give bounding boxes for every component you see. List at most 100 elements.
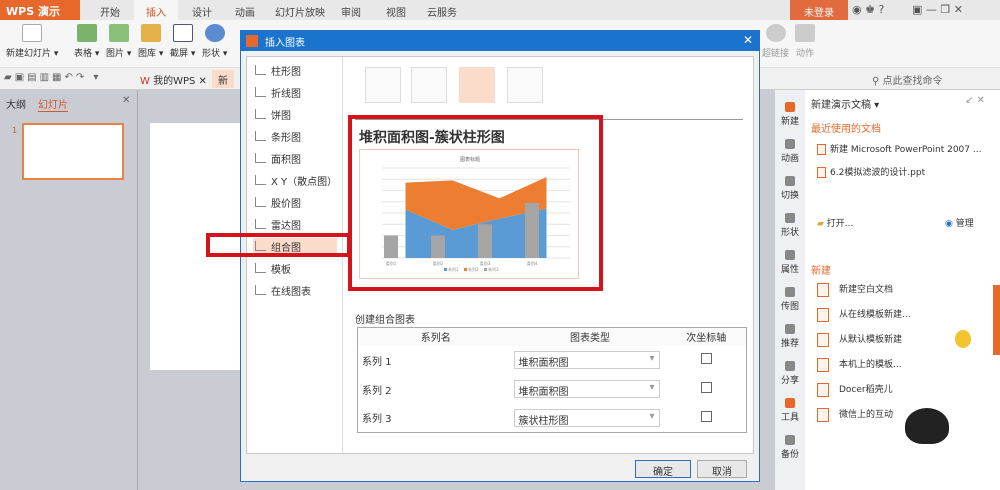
category-item[interactable]: 条形图 xyxy=(253,128,337,144)
category-item[interactable]: 面积图 xyxy=(253,150,337,166)
task-pane-title[interactable]: 新建演示文稿 ▾ xyxy=(811,96,879,111)
tab-slideshow[interactable]: 幻灯片放映 xyxy=(275,4,325,19)
shape-button[interactable]: 形状 ▾ xyxy=(202,24,227,59)
sidebar-icon xyxy=(785,139,795,149)
skin-icon[interactable]: ◉ ♚ ? xyxy=(852,3,884,16)
secondary-axis-checkbox[interactable] xyxy=(700,353,712,364)
wps-menu-button[interactable]: WPS 演示 xyxy=(0,0,80,20)
login-button[interactable]: 未登录 xyxy=(790,0,848,20)
series-table: 系列名 图表类型 次坐标轴 系列 1 堆积面积图 ▾ 系列 2 堆积面积图 ▾ 系列 3 簇状柱形… xyxy=(357,327,747,433)
search-label: 点此查找命令 xyxy=(882,76,943,87)
new-item[interactable]: 微信上的互动 xyxy=(817,407,893,422)
tab-insert[interactable]: 插入 xyxy=(134,0,178,20)
category-item[interactable]: 模板 xyxy=(253,260,337,276)
cancel-button[interactable]: 取消 xyxy=(697,460,747,478)
side-handle[interactable] xyxy=(993,285,1000,355)
secondary-axis-checkbox[interactable] xyxy=(700,410,712,422)
sidebar-item[interactable]: 分享 xyxy=(775,361,805,386)
sidebar-icon xyxy=(785,102,795,112)
hyperlink-button[interactable]: 超链接 xyxy=(762,24,789,59)
slide-number: 1 xyxy=(12,126,18,135)
tab-slides[interactable]: 幻灯片 xyxy=(38,96,68,112)
lightbulb-icon[interactable] xyxy=(955,330,971,348)
sidebar-item[interactable]: 属性 xyxy=(775,250,805,275)
open-button[interactable]: ▰ 打开... xyxy=(817,216,853,229)
tab-home[interactable]: 开始 xyxy=(100,4,120,19)
template-icon xyxy=(817,307,829,322)
label: 股价图 xyxy=(271,199,301,210)
category-item[interactable]: X Y（散点图） xyxy=(253,172,337,188)
ok-button[interactable]: 确定 xyxy=(635,460,691,478)
secondary-axis-checkbox[interactable] xyxy=(700,382,712,393)
chart-type-select[interactable]: 簇状柱形图 ▾ xyxy=(513,408,660,427)
tab-view[interactable]: 视图 xyxy=(386,4,406,19)
recent-file[interactable]: 新建 Microsoft PowerPoint 2007 ... xyxy=(817,142,981,155)
pin-close-icons[interactable]: ↙ ✕ xyxy=(965,95,985,106)
category-item[interactable]: 柱形图 xyxy=(253,62,337,78)
subtype-2[interactable] xyxy=(411,67,447,103)
recent-file[interactable]: 6.2模拟滤波的设计.ppt xyxy=(817,165,925,178)
template-icon xyxy=(817,407,829,422)
gear-icon: ◉ xyxy=(945,219,953,229)
hyperlink-icon xyxy=(765,24,786,42)
tab-design[interactable]: 设计 xyxy=(192,4,212,19)
sidebar-item[interactable]: 备份 xyxy=(775,435,805,460)
category-item[interactable]: 雷达图 xyxy=(253,216,337,232)
category-item[interactable]: 折线图 xyxy=(253,84,337,100)
table-button[interactable]: 表格 ▾ xyxy=(74,24,99,59)
new-item[interactable]: Docer稻壳儿 xyxy=(817,382,893,397)
screenshot-button[interactable]: 截屏 ▾ xyxy=(170,24,195,59)
chart-type-select[interactable]: 堆积面积图 ▾ xyxy=(513,351,660,369)
tab-animation[interactable]: 动画 xyxy=(235,4,255,19)
gallery-icon xyxy=(140,24,161,42)
sidebar-item[interactable]: 新建 xyxy=(775,102,805,127)
subtype-3[interactable] xyxy=(459,67,495,103)
chart-type-select[interactable]: 堆积面积图 ▾ xyxy=(513,380,660,398)
picture-button[interactable]: 图片 ▾ xyxy=(106,24,131,59)
chart-type-icon xyxy=(255,263,266,273)
new-item[interactable]: 新建空白文档 xyxy=(817,282,893,297)
template-icon xyxy=(817,357,829,372)
label: 我的WPS xyxy=(153,76,196,87)
gallery-button[interactable]: 图库 ▾ xyxy=(138,24,163,59)
sidebar-item[interactable]: 推荐 xyxy=(775,324,805,349)
sidebar-icon xyxy=(785,213,795,223)
category-item[interactable]: 股价图 xyxy=(253,194,337,210)
tab-review[interactable]: 审阅 xyxy=(341,4,361,19)
close-icon[interactable]: ✕ xyxy=(743,33,753,47)
sidebar-icon xyxy=(785,287,795,297)
new-item[interactable]: 从在线模板新建... xyxy=(817,307,911,322)
sidebar-item[interactable]: 切换 xyxy=(775,176,805,201)
tab-cloud[interactable]: 云服务 xyxy=(427,4,457,19)
sidebar-item[interactable]: 动画 xyxy=(775,139,805,164)
category-item[interactable]: 在线图表 xyxy=(253,282,337,298)
new-item[interactable]: 本机上的模板... xyxy=(817,357,902,372)
chevron-down-icon: ▾ xyxy=(649,410,655,422)
series-name: 系列 2 xyxy=(362,385,392,397)
category-item[interactable]: 饼图 xyxy=(253,106,337,122)
subtype-1[interactable] xyxy=(365,67,401,103)
doc-tab-mywps[interactable]: W 我的WPS ✕ xyxy=(140,72,207,87)
quick-access-icons[interactable]: ▰▣▤▥▦↶↷ ▾ xyxy=(4,72,101,83)
minimize-icon[interactable]: ▣ — ❐ ✕ xyxy=(912,3,963,16)
new-item[interactable]: 从默认模板新建 xyxy=(817,332,902,347)
label: 超链接 xyxy=(762,49,790,59)
label: 属性 xyxy=(780,265,799,275)
tab-outline[interactable]: 大纲 xyxy=(6,96,26,111)
subtype-custom[interactable] xyxy=(507,67,543,103)
close-icon[interactable]: ✕ xyxy=(122,95,130,106)
series-name: 系列 1 xyxy=(362,356,392,368)
new-slide-button[interactable]: 新建幻灯片 ▾ xyxy=(6,24,58,59)
sidebar-item[interactable]: 形状 xyxy=(775,213,805,238)
manage-button[interactable]: ◉ 管理 xyxy=(945,216,974,229)
action-button[interactable]: 动作 xyxy=(795,24,815,59)
sidebar-icon xyxy=(785,250,795,260)
sidebar-icon xyxy=(785,324,795,334)
sidebar-item[interactable]: 工具 xyxy=(775,398,805,423)
doc-tab-new[interactable]: 新 xyxy=(212,70,234,88)
sidebar-item[interactable]: 传图 xyxy=(775,287,805,312)
mascot-icon[interactable] xyxy=(905,408,949,444)
header-secondary-axis: 次坐标轴 xyxy=(686,333,727,345)
search-command[interactable]: ⚲ 点此查找命令 xyxy=(872,72,943,87)
slide-thumbnail[interactable] xyxy=(22,123,124,180)
